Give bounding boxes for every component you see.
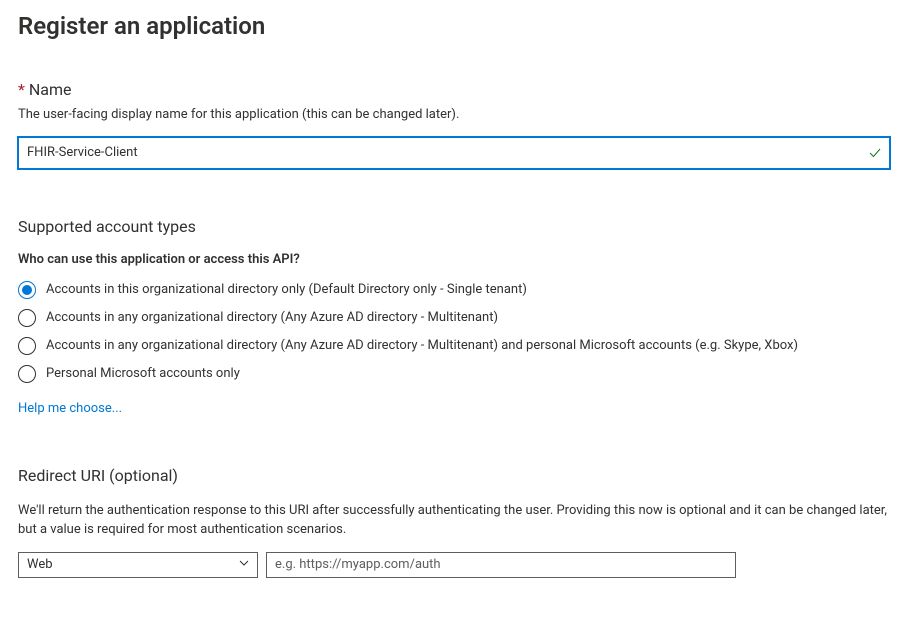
radio-label: Accounts in any organizational directory… [46, 338, 798, 353]
platform-select-wrap: Web [18, 552, 258, 578]
redirect-uri-row: Web [18, 552, 890, 578]
radio-label: Accounts in this organizational director… [46, 282, 527, 297]
account-types-question: Who can use this application or access t… [18, 252, 890, 267]
help-me-choose-link[interactable]: Help me choose... [18, 401, 122, 416]
radio-label: Accounts in any organizational directory… [46, 310, 498, 325]
radio-icon [18, 337, 36, 355]
name-input-wrap [18, 137, 890, 169]
platform-selected-value: Web [27, 557, 53, 572]
radio-icon [18, 365, 36, 383]
account-type-option-3[interactable]: Personal Microsoft accounts only [18, 365, 890, 383]
page-title: Register an application [18, 12, 890, 40]
radio-icon [18, 309, 36, 327]
account-type-option-0[interactable]: Accounts in this organizational director… [18, 281, 890, 299]
name-label: *Name [18, 80, 890, 99]
name-label-text: Name [29, 80, 72, 99]
platform-select[interactable]: Web [18, 552, 258, 578]
app-name-input[interactable] [18, 137, 890, 169]
account-types-title: Supported account types [18, 217, 890, 236]
name-description: The user-facing display name for this ap… [18, 105, 890, 125]
redirect-uri-input[interactable] [266, 552, 736, 578]
redirect-uri-title: Redirect URI (optional) [18, 466, 890, 485]
redirect-uri-description: We'll return the authentication response… [18, 501, 890, 540]
account-types-radio-group: Accounts in this organizational director… [18, 281, 890, 383]
radio-label: Personal Microsoft accounts only [46, 366, 240, 381]
radio-icon [18, 281, 36, 299]
account-type-option-2[interactable]: Accounts in any organizational directory… [18, 337, 890, 355]
required-indicator-icon: * [18, 80, 25, 99]
account-type-option-1[interactable]: Accounts in any organizational directory… [18, 309, 890, 327]
